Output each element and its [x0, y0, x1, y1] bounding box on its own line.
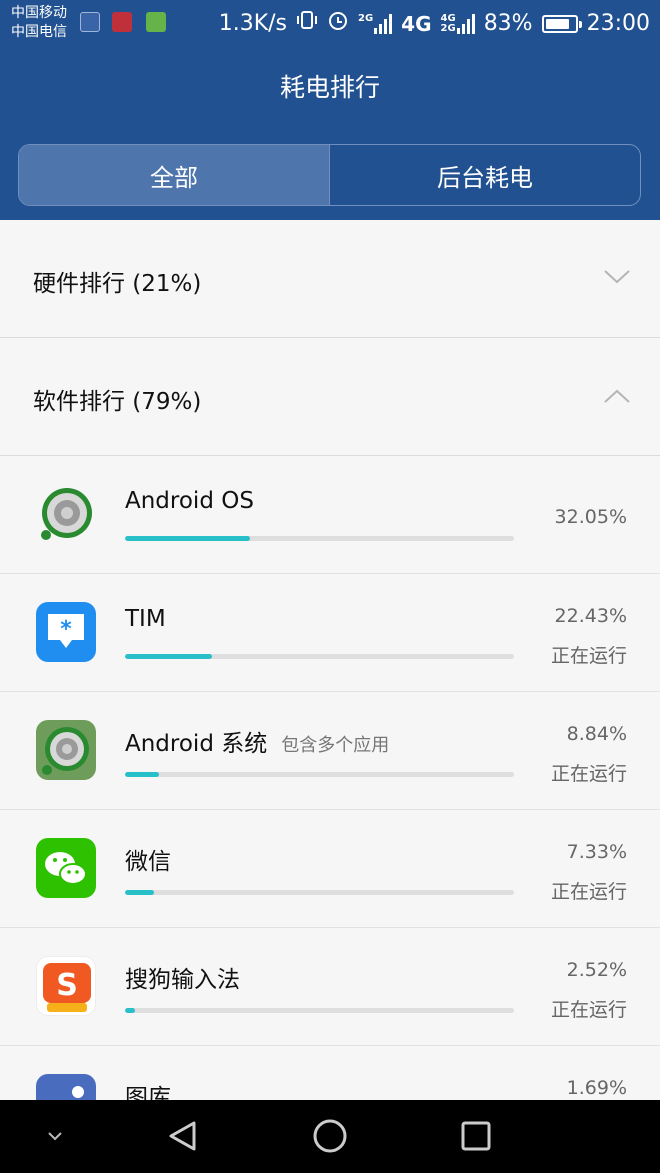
signal-bars-icon [374, 14, 393, 34]
usage-percent: 32.05% [554, 506, 627, 528]
notification-app-icon-2 [112, 12, 132, 32]
signal-sim2: 4G 2G [441, 14, 475, 34]
carrier-info: 中国移动 中国电信 [11, 4, 67, 42]
usage-bar [125, 890, 514, 895]
usage-bar [125, 536, 514, 541]
app-subtitle: 包含多个应用 [281, 735, 390, 756]
clock: 23:00 [586, 11, 650, 36]
signal-bars-icon-2 [456, 14, 475, 34]
hide-nav-button[interactable] [35, 1116, 75, 1156]
notification-app-icon-3 [146, 12, 166, 32]
chevron-down-icon [48, 1132, 62, 1141]
tab-background-usage[interactable]: 后台耗电 [330, 145, 640, 205]
back-triangle-icon [169, 1121, 196, 1151]
notification-app-icon-1 [80, 12, 100, 32]
app-name: 搜狗输入法 [125, 967, 240, 993]
running-status: 正在运行 [550, 881, 627, 903]
tab-all[interactable]: 全部 [19, 145, 330, 205]
signal-sim1: 2G [358, 13, 393, 34]
battery-percent: 83% [483, 11, 533, 36]
recents-button[interactable] [456, 1116, 496, 1156]
system-navigation-bar [0, 1100, 660, 1173]
android-os-icon [36, 484, 96, 544]
app-row-sogou[interactable]: S 搜狗输入法 2.52% 正在运行 [0, 928, 660, 1046]
chevron-up-icon [604, 389, 630, 403]
network-speed: 1.3K/s [218, 11, 287, 36]
section-software[interactable]: 软件排行 (79%) [0, 338, 660, 456]
sim1-network-type: 2G [358, 13, 374, 24]
app-header: 耗电排行 全部 后台耗电 [0, 46, 660, 220]
carrier-1: 中国移动 [11, 5, 67, 21]
usage-percent: 1.69% [566, 1077, 627, 1099]
vibrate-icon [296, 9, 318, 39]
usage-bar-fill [125, 536, 250, 541]
home-button[interactable] [310, 1116, 350, 1156]
usage-percent: 7.33% [566, 841, 627, 863]
section-hardware[interactable]: 硬件排行 (21%) [0, 220, 660, 338]
status-bar: 中国移动 中国电信 1.3K/s 2G 4G 4G 2G 83% 23:00 [0, 0, 660, 46]
app-row-tim[interactable]: * TIM 22.43% 正在运行 [0, 574, 660, 692]
battery-level [545, 19, 569, 29]
app-name: Android 系统 包含多个应用 [125, 731, 390, 757]
app-row-wechat[interactable]: 微信 7.33% 正在运行 [0, 810, 660, 928]
app-name: 微信 [125, 849, 171, 875]
usage-bar-fill [125, 890, 154, 895]
chevron-down-icon [604, 270, 630, 284]
segmented-tabs: 全部 后台耗电 [18, 144, 641, 206]
alarm-icon [327, 9, 349, 39]
running-status: 正在运行 [550, 999, 627, 1021]
app-row-android-system[interactable]: Android 系统 包含多个应用 8.84% 正在运行 [0, 692, 660, 810]
usage-bar-fill [125, 654, 213, 659]
carrier-2: 中国电信 [11, 24, 67, 40]
section-hardware-label: 硬件排行 (21%) [33, 271, 202, 297]
usage-percent: 8.84% [566, 723, 627, 745]
usage-bar-fill [125, 772, 160, 777]
android-system-icon [36, 720, 96, 780]
battery-icon [541, 15, 582, 33]
usage-bar [125, 1008, 514, 1013]
status-indicators: 1.3K/s 2G 4G 4G 2G 83% 23:00 [219, 9, 650, 39]
app-name: TIM [125, 606, 166, 632]
wechat-icon [36, 838, 96, 898]
usage-percent: 2.52% [566, 959, 627, 981]
back-button[interactable] [163, 1116, 203, 1156]
sim2-network-type: 4G 2G [440, 13, 456, 34]
running-status: 正在运行 [550, 645, 627, 667]
usage-bar [125, 772, 514, 777]
page-title: 耗电排行 [279, 73, 380, 102]
svg-text:S: S [56, 968, 78, 1003]
home-circle-icon [313, 1119, 347, 1153]
running-status: 正在运行 [550, 763, 627, 785]
usage-bar [125, 654, 514, 659]
svg-text:*: * [60, 617, 72, 642]
section-software-label: 软件排行 (79%) [33, 389, 202, 415]
sogou-input-icon: S [36, 956, 96, 1016]
tim-icon: * [36, 602, 96, 662]
lte-label: 4G [401, 12, 432, 36]
usage-percent: 22.43% [554, 605, 627, 627]
usage-bar-fill [125, 1008, 135, 1013]
recents-square-icon [461, 1121, 491, 1151]
app-name: Android OS [125, 488, 254, 514]
app-row-android-os[interactable]: Android OS 32.05% [0, 456, 660, 574]
